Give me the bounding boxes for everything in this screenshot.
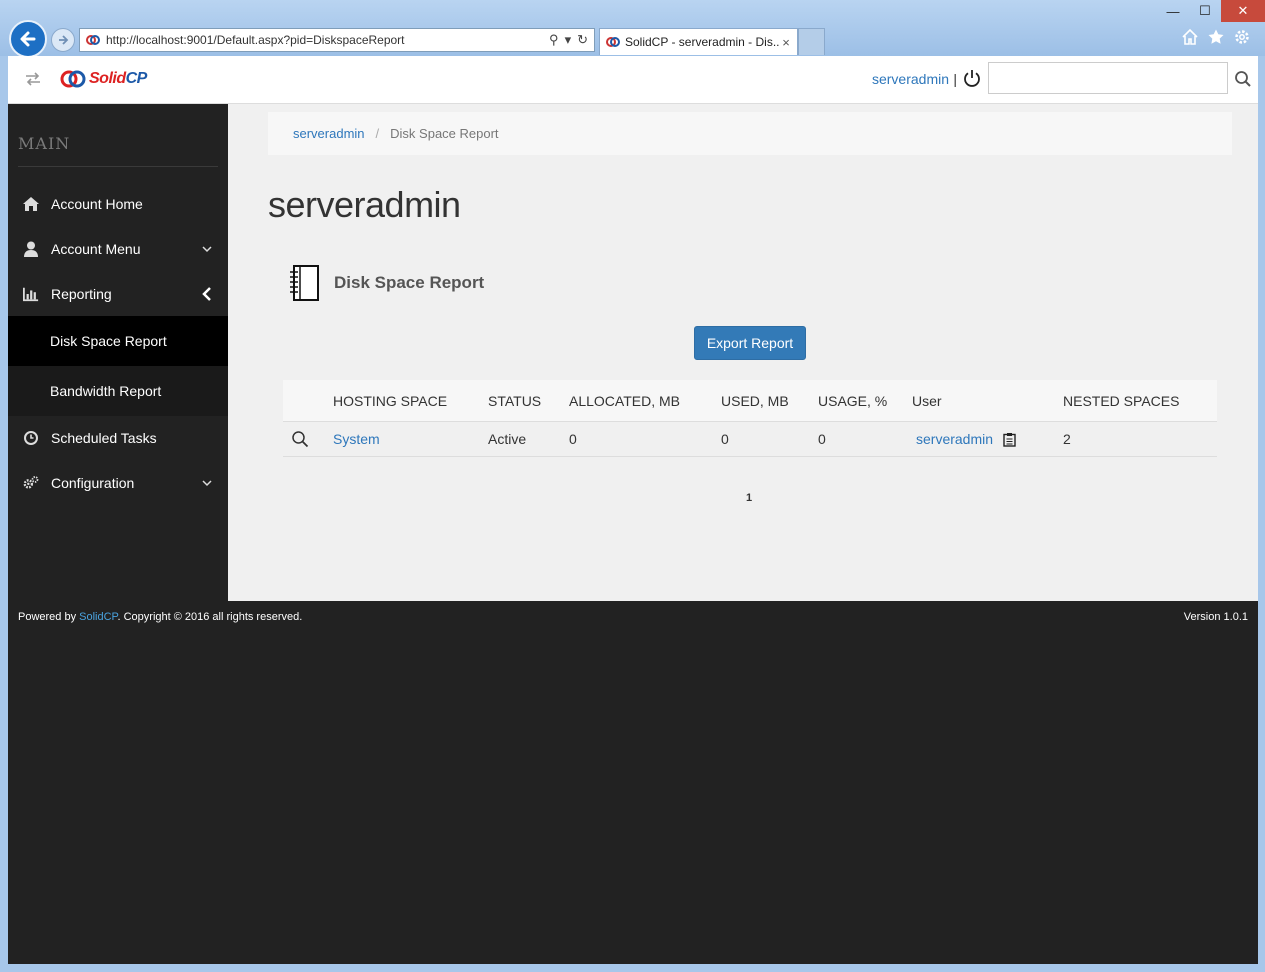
hosting-space-link[interactable]: System <box>333 422 380 456</box>
new-tab-button[interactable] <box>798 28 825 55</box>
arrow-right-icon <box>59 35 69 45</box>
clipboard-icon <box>1003 432 1016 447</box>
sidebar-item-scheduled-tasks[interactable]: Scheduled Tasks <box>8 415 228 460</box>
report-header: Disk Space Report <box>288 264 484 302</box>
sidebar-subitem-label: Bandwidth Report <box>50 383 162 399</box>
sidebar-divider <box>18 166 218 167</box>
sidebar-item-reporting[interactable]: Reporting <box>8 271 228 316</box>
footer-copyright: Powered by SolidCP. Copyright © 2016 all… <box>18 611 302 623</box>
notebook-icon <box>290 265 319 301</box>
table-header-row: HOSTING SPACE STATUS ALLOCATED, MB USED,… <box>283 380 1217 422</box>
logo-text-solid: Solid <box>89 70 126 87</box>
export-report-button[interactable]: Export Report <box>694 326 806 360</box>
sidebar-toggle-icon[interactable] <box>24 70 42 88</box>
power-icon[interactable] <box>962 68 982 88</box>
disk-space-table: HOSTING SPACE STATUS ALLOCATED, MB USED,… <box>283 380 1217 457</box>
sidebar-subitem-disk-space-report[interactable]: Disk Space Report <box>8 316 228 366</box>
star-icon[interactable] <box>1207 28 1225 46</box>
logo-text-cp: CP <box>125 70 148 87</box>
view-details-button[interactable] <box>291 422 309 456</box>
sidebar-subitem-bandwidth-report[interactable]: Bandwidth Report <box>8 366 228 416</box>
sidebar-item-configuration[interactable]: Configuration <box>8 460 228 505</box>
tab-title: SolidCP - serveradmin - Dis... <box>625 35 779 49</box>
magnifier-icon <box>292 431 309 448</box>
current-user-link[interactable]: serveradmin <box>872 71 949 87</box>
browser-window: http://localhost:9001/Default.aspx?pid=D… <box>0 0 1265 972</box>
back-button[interactable] <box>9 20 47 58</box>
browser-chrome: http://localhost:9001/Default.aspx?pid=D… <box>0 0 1265 58</box>
nested-spaces-cell: 2 <box>1063 431 1071 447</box>
user-details-button[interactable] <box>1003 422 1016 456</box>
allocated-cell: 0 <box>569 431 577 447</box>
maximize-button[interactable]: ☐ <box>1189 0 1221 22</box>
address-bar[interactable]: http://localhost:9001/Default.aspx?pid=D… <box>79 28 595 52</box>
breadcrumb-current: Disk Space Report <box>390 126 499 141</box>
breadcrumb-separator: / <box>375 126 380 141</box>
footer-version: Version 1.0.1 <box>1183 611 1248 623</box>
close-window-button[interactable]: ✕ <box>1221 0 1265 22</box>
column-header-user[interactable]: User <box>912 380 942 421</box>
chevron-down-icon <box>202 479 212 486</box>
footer-brand-link[interactable]: SolidCP <box>79 611 117 623</box>
search-icon[interactable]: ⚲ <box>549 32 559 48</box>
column-header-allocated[interactable]: ALLOCATED, MB <box>569 380 680 421</box>
chevron-left-icon <box>202 286 211 301</box>
user-icon <box>24 241 38 257</box>
home-icon[interactable] <box>1181 28 1199 46</box>
column-header-nested-spaces[interactable]: NESTED SPACES <box>1063 380 1179 421</box>
column-header-status[interactable]: STATUS <box>488 380 541 421</box>
arrow-left-icon <box>20 31 36 47</box>
main-content: serveradmin / Disk Space Report serverad… <box>228 104 1258 601</box>
browser-tab[interactable]: SolidCP - serveradmin - Dis... × <box>599 28 798 55</box>
search-icon[interactable] <box>1234 70 1252 88</box>
page-viewport: SolidCP serveradmin | MAIN Account Home … <box>8 56 1258 964</box>
refresh-icon[interactable]: ↻ <box>577 32 588 48</box>
pager-page-1[interactable]: 1 <box>746 492 752 504</box>
minimize-button[interactable]: — <box>1157 0 1189 22</box>
column-header-usage[interactable]: USAGE, % <box>818 380 887 421</box>
column-header-hosting-space[interactable]: HOSTING SPACE <box>333 380 447 421</box>
global-search-input[interactable] <box>988 62 1228 94</box>
sidebar-item-label: Configuration <box>51 474 135 491</box>
sidebar-item-label: Account Home <box>51 195 143 212</box>
home-icon <box>23 196 39 211</box>
dropdown-icon[interactable]: ▾ <box>565 32 572 48</box>
sidebar-heading: MAIN <box>18 134 71 153</box>
sidebar-item-label: Scheduled Tasks <box>51 429 157 446</box>
footer-copyright-text: . Copyright © 2016 all rights reserved. <box>117 611 303 623</box>
sidebar: MAIN Account Home Account Menu Reporting… <box>8 104 228 601</box>
sidebar-item-label: Reporting <box>51 285 112 302</box>
status-cell: Active <box>488 431 527 447</box>
page-footer: Powered by SolidCP. Copyright © 2016 all… <box>8 601 1258 964</box>
table-row: System Active 0 0 0 serveradmin 2 <box>283 422 1217 457</box>
address-url[interactable]: http://localhost:9001/Default.aspx?pid=D… <box>106 33 549 47</box>
solidcp-favicon-icon <box>606 37 620 47</box>
top-navbar: SolidCP serveradmin | <box>8 56 1258 104</box>
footer-powered-by: Powered by <box>18 611 80 623</box>
forward-button[interactable] <box>51 28 75 52</box>
logo-mark-icon <box>60 70 86 88</box>
report-title: Disk Space Report <box>334 273 485 292</box>
column-header-used[interactable]: USED, MB <box>721 380 789 421</box>
sidebar-item-label: Account Menu <box>51 240 141 257</box>
sidebar-item-account-home[interactable]: Account Home <box>8 181 228 226</box>
usage-cell: 0 <box>818 431 826 447</box>
gear-icon[interactable] <box>1233 28 1251 46</box>
breadcrumb: serveradmin / Disk Space Report <box>268 112 1232 155</box>
tab-close-icon[interactable]: × <box>779 35 793 50</box>
sidebar-subitem-label: Disk Space Report <box>50 333 167 349</box>
user-separator: | <box>953 71 957 87</box>
used-cell: 0 <box>721 431 729 447</box>
solidcp-favicon-icon <box>86 35 100 45</box>
sidebar-item-account-menu[interactable]: Account Menu <box>8 226 228 271</box>
bar-chart-icon <box>23 287 39 301</box>
solidcp-logo[interactable]: SolidCP <box>60 66 147 92</box>
gears-icon <box>23 475 39 489</box>
clock-icon <box>24 430 38 445</box>
breadcrumb-link-user[interactable]: serveradmin <box>293 126 365 141</box>
page-title: serveradmin <box>268 184 461 225</box>
user-link[interactable]: serveradmin <box>916 422 993 456</box>
chevron-down-icon <box>202 245 212 252</box>
